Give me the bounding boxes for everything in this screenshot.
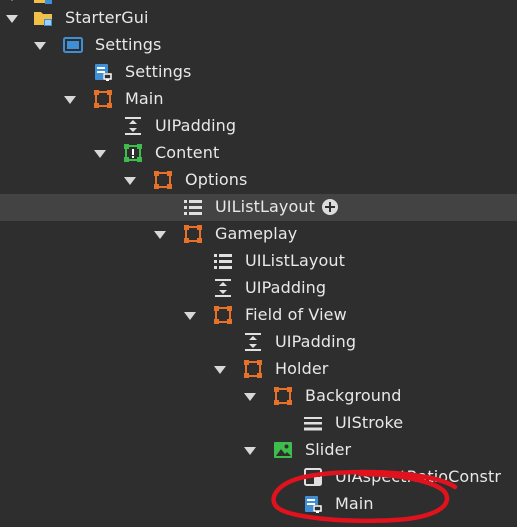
- tree-row-uipadding[interactable]: UIPadding: [0, 329, 517, 356]
- tree-item-label: Holder: [275, 359, 329, 378]
- folder-icon: [32, 7, 54, 29]
- tree-row-uilistlayout[interactable]: UIListLayout: [0, 248, 517, 275]
- tree-row-slider[interactable]: Slider: [0, 437, 517, 464]
- tree-item-label: Content: [155, 143, 220, 162]
- uipadding-icon: [212, 277, 234, 299]
- localscript-icon: [92, 61, 114, 83]
- tree-row-settings-localscript[interactable]: Settings: [0, 59, 517, 86]
- tree-item-label: Main: [335, 494, 374, 513]
- tree-row-background[interactable]: Background: [0, 383, 517, 410]
- tree-row-main-frame[interactable]: Main: [0, 86, 517, 113]
- tree-row-uilistlayout-selected[interactable]: UIListLayout: [0, 194, 517, 221]
- uistroke-icon: [302, 412, 324, 434]
- collapse-arrow-icon[interactable]: [6, 15, 18, 23]
- collapse-arrow-icon[interactable]: [214, 366, 226, 374]
- tree-row-uipadding[interactable]: UIPadding: [0, 275, 517, 302]
- tree-item-label: UIAspectRatioConstr: [335, 467, 502, 486]
- tree-row-gameplay[interactable]: Gameplay: [0, 221, 517, 248]
- scrollingframe-icon: [122, 142, 144, 164]
- tree-item-label: Field of View: [245, 305, 347, 324]
- frame-icon: [212, 304, 234, 326]
- collapse-arrow-icon[interactable]: [64, 96, 76, 104]
- tree-item-label: Settings: [125, 62, 192, 81]
- collapse-arrow-icon[interactable]: [154, 231, 166, 239]
- frame-icon: [182, 223, 204, 245]
- tree-item-label: Options: [185, 170, 248, 189]
- tree-row-uistroke[interactable]: UIStroke: [0, 410, 517, 437]
- tree-item-label: Main: [125, 89, 164, 108]
- imagelabel-icon: [272, 439, 294, 461]
- uilistlayout-icon: [182, 196, 204, 218]
- uiaspectratio-icon: [302, 466, 324, 488]
- tree-item-label: UIListLayout: [215, 197, 315, 216]
- collapse-arrow-icon[interactable]: [244, 447, 256, 455]
- explorer-panel: StarterGui Settings Settings Main UIPadd…: [0, 0, 517, 527]
- tree-row-uiaspectratioconstraint[interactable]: UIAspectRatioConstr: [0, 464, 517, 491]
- collapse-arrow-icon[interactable]: [34, 42, 46, 50]
- uipadding-icon: [242, 331, 264, 353]
- expand-arrow-icon[interactable]: [6, 0, 18, 1]
- tree-row-uipadding[interactable]: UIPadding: [0, 113, 517, 140]
- frame-icon: [242, 358, 264, 380]
- collapse-arrow-icon[interactable]: [124, 177, 136, 185]
- uipadding-icon: [122, 115, 144, 137]
- tree-row-content[interactable]: Content: [0, 140, 517, 167]
- tree-item-label: Slider: [305, 440, 352, 459]
- frame-icon: [92, 88, 114, 110]
- localscript-icon: [302, 493, 324, 515]
- collapse-arrow-icon[interactable]: [184, 312, 196, 320]
- tree-item-label: UIListLayout: [245, 251, 345, 270]
- insert-object-icon[interactable]: [322, 199, 338, 215]
- tree-item-label: Background: [305, 386, 402, 405]
- tree-row-field-of-view[interactable]: Field of View: [0, 302, 517, 329]
- tree-item-label: UIStroke: [335, 413, 404, 432]
- collapse-arrow-icon[interactable]: [94, 150, 106, 158]
- collapse-arrow-icon[interactable]: [244, 393, 256, 401]
- tree-item-label: UIPadding: [245, 278, 327, 297]
- tree-row-startergui[interactable]: StarterGui: [0, 5, 517, 32]
- tree-item-label: StarterGui: [65, 8, 149, 27]
- tree-row-options[interactable]: Options: [0, 167, 517, 194]
- frame-icon: [152, 169, 174, 191]
- tree-row-settings-screengui[interactable]: Settings: [0, 32, 517, 59]
- uilistlayout-icon: [212, 250, 234, 272]
- tree-item-label: Settings: [95, 35, 162, 54]
- tree-item-label: UIPadding: [155, 116, 237, 135]
- tree-row-holder[interactable]: Holder: [0, 356, 517, 383]
- tree-item-label: Gameplay: [215, 224, 298, 243]
- frame-icon: [272, 385, 294, 407]
- tree-item-label: UIPadding: [275, 332, 357, 351]
- tree-row-main-localscript[interactable]: Main: [0, 491, 517, 518]
- screengui-icon: [62, 34, 84, 56]
